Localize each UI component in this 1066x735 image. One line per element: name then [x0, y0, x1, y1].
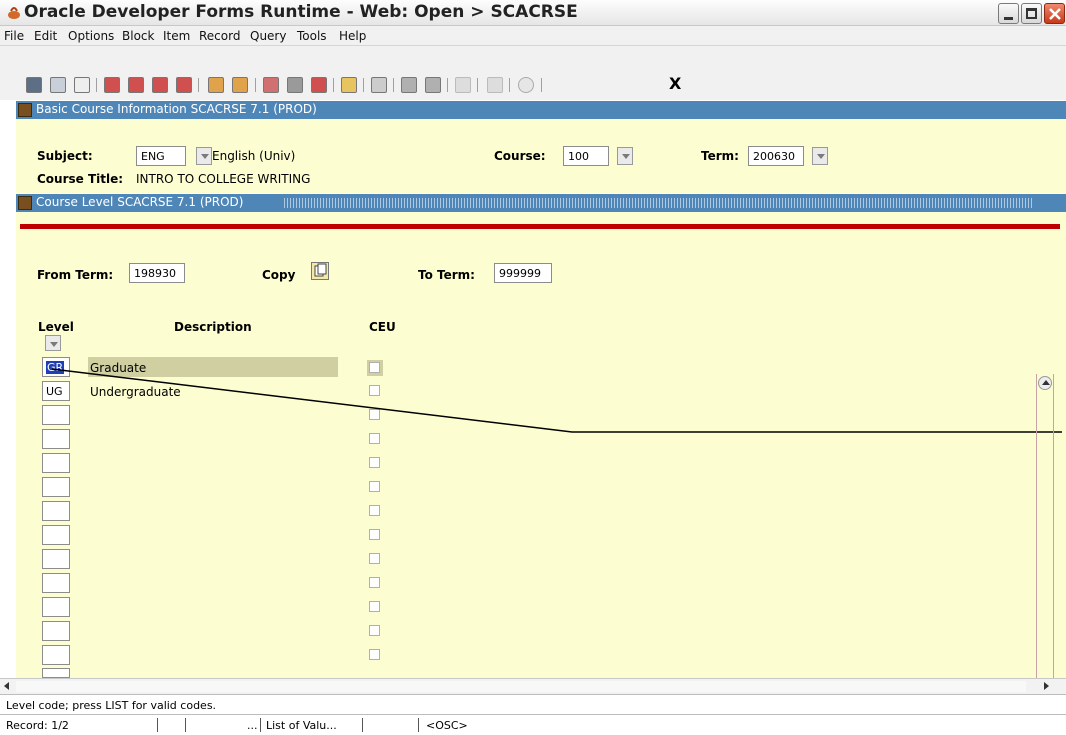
scroll-left-icon[interactable]: [4, 682, 9, 690]
status-separator: [185, 718, 186, 732]
status-separator: [362, 718, 363, 732]
list-of-values-indicator: List of Valu...: [266, 719, 337, 732]
status-bar: Record: 1/2 ... List of Valu... <OSC>: [0, 714, 1066, 735]
status-ellipsis: ...: [247, 719, 258, 732]
vertical-scrollbar[interactable]: [1036, 374, 1054, 678]
horizontal-scrollbar[interactable]: [0, 678, 1066, 694]
record-counter: Record: 1/2: [6, 719, 69, 732]
scroll-right-icon[interactable]: [1044, 682, 1049, 690]
hint-bar: Level code; press LIST for valid codes.: [0, 694, 1066, 714]
annotation-line: [51, 368, 1062, 433]
scroll-up-icon[interactable]: [1038, 376, 1052, 390]
horizontal-scroll-thumb[interactable]: [16, 681, 1026, 692]
status-separator: [418, 718, 419, 732]
status-separator: [260, 718, 261, 732]
osc-indicator: <OSC>: [426, 719, 468, 732]
hint-text: Level code; press LIST for valid codes.: [6, 699, 217, 712]
status-separator: [157, 718, 158, 732]
